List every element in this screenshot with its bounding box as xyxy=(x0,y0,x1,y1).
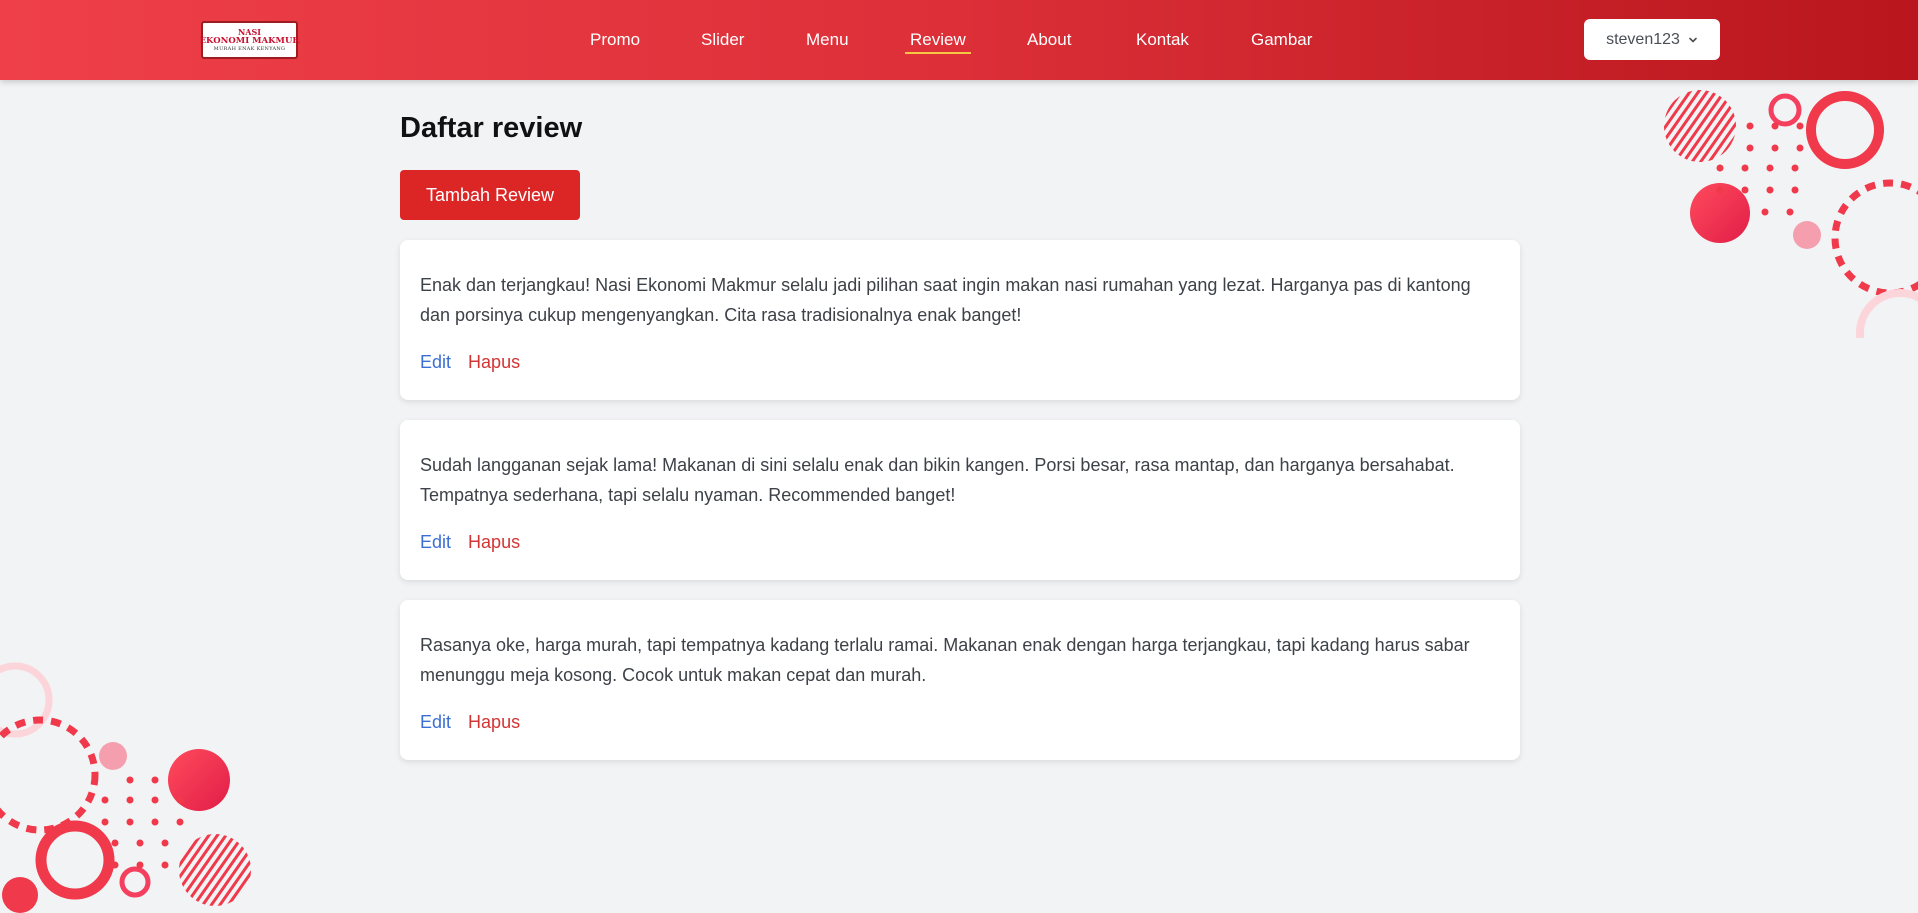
decorative-pattern-bottom-left xyxy=(0,662,251,913)
delete-review-link[interactable]: Hapus xyxy=(468,532,520,552)
review-text: Enak dan terjangkau! Nasi Ekonomi Makmur… xyxy=(420,275,1471,325)
nav-link-slider[interactable]: Slider xyxy=(701,30,744,50)
delete-review-link[interactable]: Hapus xyxy=(468,712,520,732)
navbar: NASI EKONOMI MAKMUR MURAH ENAK KENYANG P… xyxy=(0,0,1918,80)
review-text: Sudah langganan sejak lama! Makanan di s… xyxy=(420,455,1455,505)
nav-link-gambar[interactable]: Gambar xyxy=(1251,30,1312,50)
nav-link-kontak[interactable]: Kontak xyxy=(1136,30,1189,50)
decorative-pattern-top-right xyxy=(1664,90,1918,338)
edit-review-link[interactable]: Edit xyxy=(420,352,451,372)
review-actions: Edit Hapus xyxy=(420,712,520,733)
edit-review-link[interactable]: Edit xyxy=(420,712,451,732)
nav-link-review[interactable]: Review xyxy=(905,30,971,54)
review-card: Rasanya oke, harga murah, tapi tempatnya… xyxy=(400,600,1520,760)
review-text: Rasanya oke, harga murah, tapi tempatnya… xyxy=(420,635,1470,685)
nav-link-about[interactable]: About xyxy=(1027,30,1071,50)
username-label: steven123 xyxy=(1606,30,1680,48)
review-actions: Edit Hapus xyxy=(420,352,520,373)
review-actions: Edit Hapus xyxy=(420,532,520,553)
delete-review-link[interactable]: Hapus xyxy=(468,352,520,372)
nav-link-menu[interactable]: Menu xyxy=(806,30,849,50)
nav-link-promo[interactable]: Promo xyxy=(590,30,640,50)
page-title: Daftar review xyxy=(400,112,583,144)
add-review-button[interactable]: Tambah Review xyxy=(400,170,580,220)
review-card: Enak dan terjangkau! Nasi Ekonomi Makmur… xyxy=(400,240,1520,400)
review-card: Sudah langganan sejak lama! Makanan di s… xyxy=(400,420,1520,580)
edit-review-link[interactable]: Edit xyxy=(420,532,451,552)
user-menu-button[interactable]: steven123 xyxy=(1584,19,1720,60)
chevron-down-icon xyxy=(1689,37,1697,42)
